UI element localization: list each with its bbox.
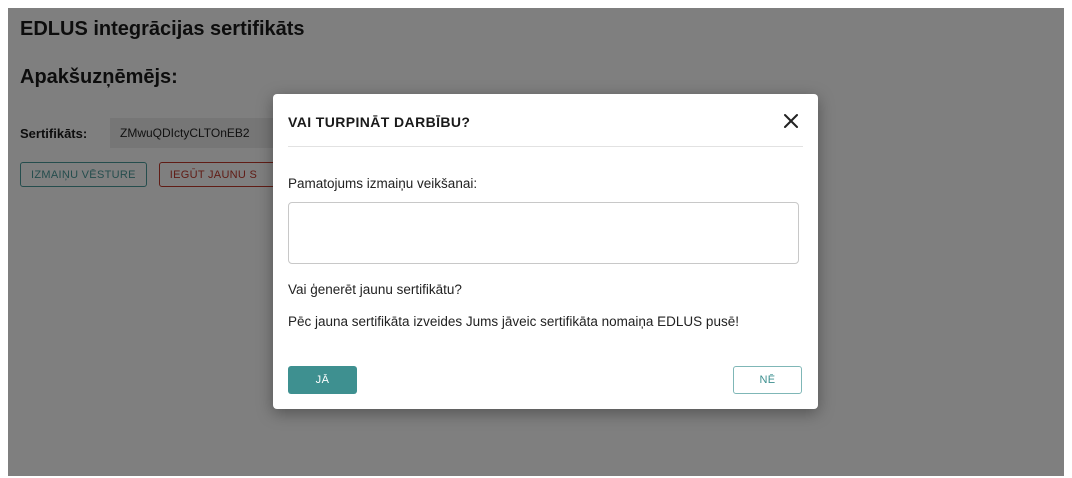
dialog-divider xyxy=(288,146,803,147)
reason-label: Pamatojums izmaiņu veikšanai: xyxy=(288,176,478,191)
confirm-question: Vai ģenerēt jaunu sertifikātu? xyxy=(288,282,462,297)
close-icon[interactable] xyxy=(780,110,802,132)
page-frame: EDLUS integrācijas sertifikāts Apakšuzņē… xyxy=(8,8,1064,476)
yes-button[interactable]: JĀ xyxy=(288,366,357,394)
reason-input[interactable] xyxy=(288,202,799,264)
dialog-title: VAI TURPINĀT DARBĪBU? xyxy=(288,114,471,130)
no-button[interactable]: NĒ xyxy=(733,366,802,394)
confirm-dialog: VAI TURPINĀT DARBĪBU? Pamatojums izmaiņu… xyxy=(273,94,818,409)
info-message: Pēc jauna sertifikāta izveides Jums jāve… xyxy=(288,314,739,329)
